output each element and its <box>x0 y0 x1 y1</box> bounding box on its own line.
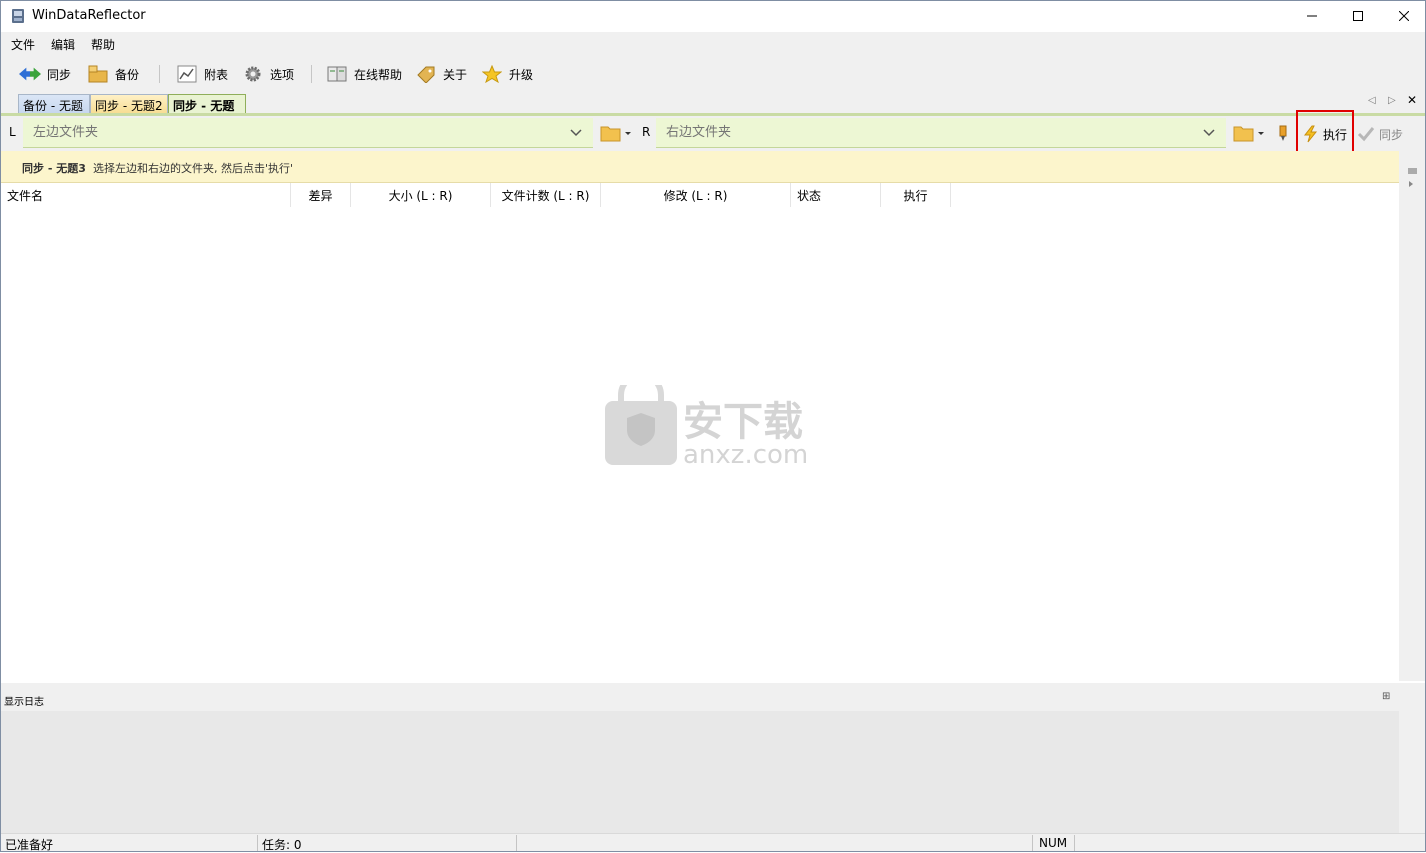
tab-backup-untitled[interactable]: 备份 - 无题 <box>18 94 90 113</box>
log-title: 显示日志 <box>4 697 44 708</box>
upgrade-button[interactable]: 升级 <box>481 63 533 85</box>
toolbar-separator <box>159 65 160 83</box>
about-label: 关于 <box>443 67 468 82</box>
maximize-icon <box>1353 11 1363 21</box>
maximize-button[interactable] <box>1335 1 1381 31</box>
right-folder-input[interactable] <box>656 118 1226 146</box>
column-execute[interactable]: 执行 <box>881 183 951 207</box>
info-title: 同步 - 无题3 <box>22 162 86 175</box>
status-separator <box>516 835 517 851</box>
minimize-icon <box>1307 15 1317 17</box>
menu-help[interactable]: 帮助 <box>91 36 115 53</box>
right-browse-button[interactable] <box>1233 123 1265 143</box>
marker-button[interactable] <box>1278 123 1288 143</box>
log-panel[interactable] <box>1 711 1399 833</box>
left-browse-button[interactable] <box>600 123 632 143</box>
online-help-label: 在线帮助 <box>354 67 403 82</box>
sync-action-button[interactable]: 同步 <box>1357 124 1403 144</box>
close-icon <box>1399 11 1409 21</box>
folder-icon <box>1233 126 1264 142</box>
tab-sync-untitled3[interactable]: 同步 - 无题3 <box>168 94 246 128</box>
column-filename[interactable]: 文件名 <box>1 183 291 207</box>
sync-button[interactable]: 同步 <box>19 63 71 85</box>
sync-label: 同步 <box>47 67 72 82</box>
title-bar: WinDataReflector <box>1 1 1425 32</box>
app-window: WinDataReflector 文件 编辑 帮助 同步 备份 附表 选项 在线… <box>0 0 1426 852</box>
info-bar: 同步 - 无题3 选择左边和右边的文件夹, 然后点击'执行' <box>1 151 1399 183</box>
folder-bar: L R 执行 同步 <box>1 116 1425 151</box>
tab-prev-icon[interactable]: ◁ <box>1368 95 1376 106</box>
column-size[interactable]: 大小 (L : R) <box>351 183 491 207</box>
right-folder-combo[interactable] <box>656 118 1226 148</box>
book-icon <box>326 64 348 84</box>
file-list-header: 文件名 差异 大小 (L : R) 文件计数 (L : R) 修改 (L : R… <box>1 183 1399 207</box>
app-logo-icon <box>10 8 26 24</box>
column-status[interactable]: 状态 <box>791 183 881 207</box>
menu-edit[interactable]: 编辑 <box>51 36 75 53</box>
gear-icon <box>242 64 264 84</box>
options-button[interactable]: 选项 <box>242 63 294 85</box>
tab-next-icon[interactable]: ▷ <box>1388 95 1396 106</box>
star-icon <box>481 64 503 84</box>
menu-file[interactable]: 文件 <box>11 36 35 53</box>
menu-bar: 文件 编辑 帮助 <box>1 32 1425 56</box>
window-title: WinDataReflector <box>32 8 146 23</box>
status-separator <box>1074 835 1075 851</box>
watermark-logo: 安下载 anxz.com <box>605 385 808 470</box>
log-header: 显示日志 ⊞ <box>1 683 1425 711</box>
status-separator <box>257 835 258 851</box>
options-label: 选项 <box>270 67 295 82</box>
column-file-count[interactable]: 文件计数 (L : R) <box>491 183 601 207</box>
attach-button[interactable]: 附表 <box>176 63 228 85</box>
chevron-down-icon[interactable] <box>569 126 583 140</box>
checkmark-icon <box>1357 127 1375 142</box>
tag-icon <box>415 64 437 84</box>
toolbar-separator <box>311 65 312 83</box>
chart-sheet-icon <box>176 64 198 84</box>
status-bar: 已准备好 任务: 0 NUM <box>1 833 1425 852</box>
about-button[interactable]: 关于 <box>415 63 467 85</box>
status-tasks: 任务: 0 <box>262 838 302 852</box>
marker-icon <box>1279 125 1287 141</box>
status-num: NUM <box>1039 836 1068 850</box>
left-folder-combo[interactable] <box>23 118 593 148</box>
backup-button[interactable]: 备份 <box>87 63 139 85</box>
sync-arrows-icon <box>19 64 41 84</box>
upgrade-label: 升级 <box>509 67 534 82</box>
right-side-strip <box>1399 151 1425 681</box>
left-side-label: L <box>9 125 16 139</box>
status-ready: 已准备好 <box>5 838 54 852</box>
tab-close-icon[interactable]: ✕ <box>1407 93 1417 107</box>
log-right-strip <box>1399 711 1425 833</box>
execute-highlight-box <box>1296 110 1354 156</box>
column-modified[interactable]: 修改 (L : R) <box>601 183 791 207</box>
minimize-button[interactable] <box>1289 1 1335 31</box>
right-side-label: R <box>642 125 651 139</box>
close-window-button[interactable] <box>1381 1 1426 31</box>
pin-icon[interactable]: ⊞ <box>1382 691 1390 702</box>
column-diff[interactable]: 差异 <box>291 183 351 207</box>
side-panel-controls-icon[interactable] <box>1399 151 1425 201</box>
watermark-cn-text: 安下载 <box>683 399 803 445</box>
toolbar: 同步 备份 附表 选项 在线帮助 关于 升级 <box>1 56 1425 91</box>
backup-label: 备份 <box>115 67 140 82</box>
status-separator <box>1032 835 1033 851</box>
left-folder-input[interactable] <box>23 118 593 146</box>
sync-action-label: 同步 <box>1379 127 1404 142</box>
chevron-down-icon[interactable] <box>1202 126 1216 140</box>
watermark-en-text: anxz.com <box>683 440 808 470</box>
folder-icon <box>600 126 631 142</box>
info-message: 选择左边和右边的文件夹, 然后点击'执行' <box>93 162 294 175</box>
tab-bar: 备份 - 无题 同步 - 无题2 同步 - 无题3 ◁ ▷ ✕ <box>1 91 1425 128</box>
file-list[interactable]: 安下载 anxz.com <box>1 207 1399 683</box>
attach-label: 附表 <box>204 67 229 82</box>
tab-sync-untitled2[interactable]: 同步 - 无题2 <box>90 94 168 113</box>
online-help-button[interactable]: 在线帮助 <box>326 63 402 85</box>
backup-box-icon <box>87 64 109 84</box>
